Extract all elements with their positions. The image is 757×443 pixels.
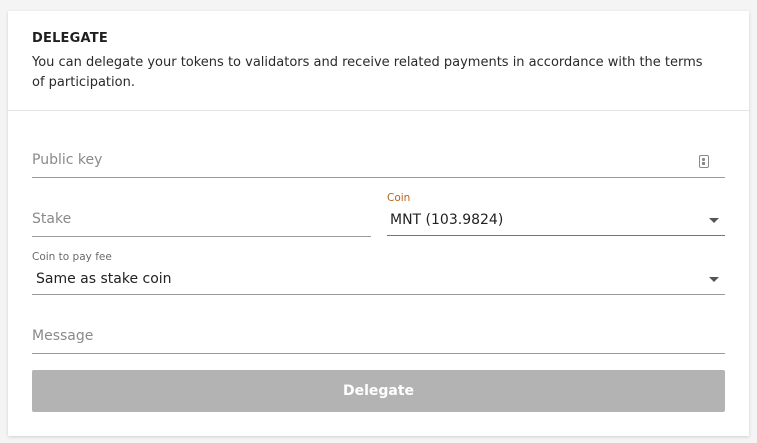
- fee-coin-value: Same as stake coin: [36, 271, 172, 287]
- delegate-card: DELEGATE You can delegate your tokens to…: [8, 11, 749, 436]
- key-icon[interactable]: [699, 155, 709, 168]
- public-key-placeholder: Public key: [32, 152, 103, 168]
- stake-placeholder: Stake: [32, 211, 72, 227]
- chevron-down-icon[interactable]: [709, 218, 719, 223]
- chevron-down-icon[interactable]: [709, 277, 719, 282]
- card-description: You can delegate your tokens to validato…: [32, 55, 703, 90]
- delegate-button[interactable]: Delegate: [32, 370, 725, 412]
- message-placeholder: Message: [32, 328, 94, 344]
- coin-label: Coin: [387, 192, 411, 204]
- coin-value: MNT (103.9824): [390, 212, 504, 228]
- coin-select[interactable]: Coin MNT (103.9824): [387, 192, 725, 236]
- fee-coin-label: Coin to pay fee: [32, 251, 112, 263]
- card-title: DELEGATE: [32, 31, 108, 46]
- stake-input[interactable]: Stake: [32, 202, 371, 237]
- fee-coin-select[interactable]: Coin to pay fee Same as stake coin: [32, 251, 725, 295]
- card-header: DELEGATE You can delegate your tokens to…: [8, 11, 749, 111]
- public-key-input[interactable]: Public key: [32, 143, 725, 178]
- message-input[interactable]: Message: [32, 319, 725, 354]
